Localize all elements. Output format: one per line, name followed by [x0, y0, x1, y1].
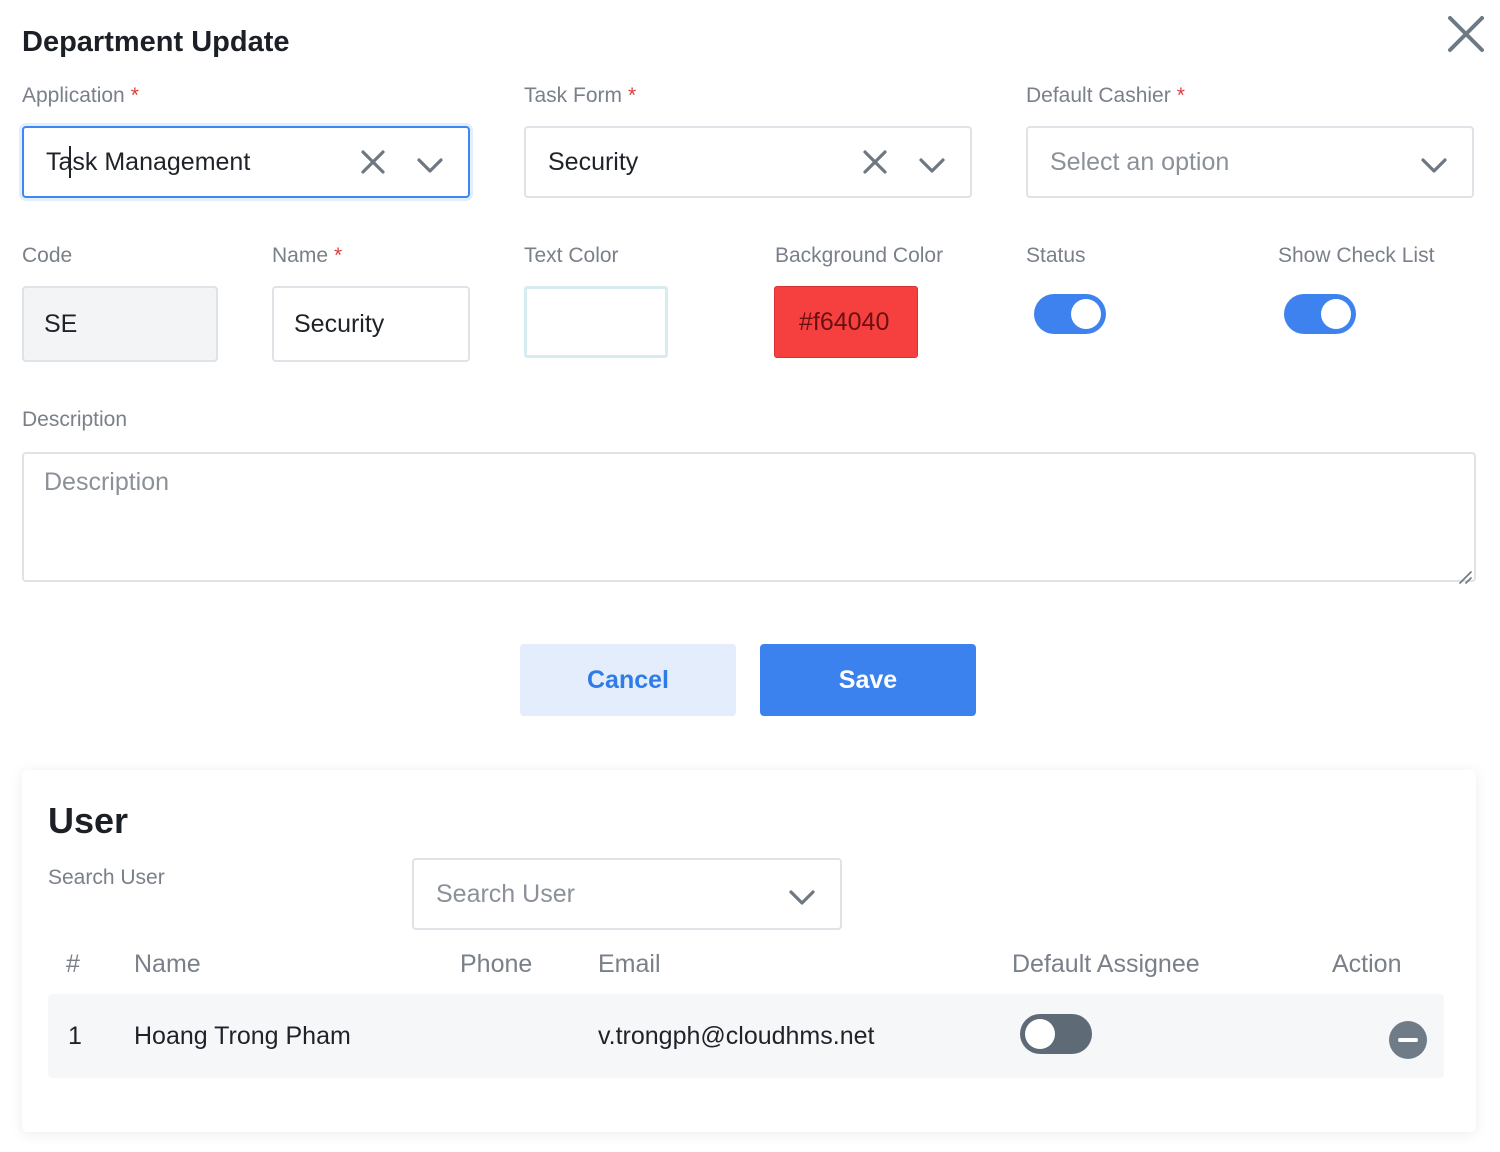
- application-value: Task Management: [46, 147, 251, 176]
- default-cashier-placeholder: Select an option: [1050, 147, 1230, 176]
- close-icon[interactable]: [1446, 14, 1486, 54]
- show-check-list-toggle[interactable]: [1284, 294, 1356, 334]
- user-section-title: User: [48, 800, 129, 841]
- background-color-input[interactable]: #f64040: [774, 286, 918, 358]
- chevron-down-icon[interactable]: [918, 153, 946, 173]
- default-cashier-select[interactable]: Select an option: [1026, 126, 1474, 198]
- column-header-name: Name: [134, 950, 201, 978]
- toggle-knob: [1025, 1019, 1055, 1049]
- required-mark: *: [1176, 84, 1185, 107]
- toggle-knob: [1071, 299, 1101, 329]
- row-email: v.trongph@cloudhms.net: [598, 1022, 875, 1050]
- cancel-button[interactable]: Cancel: [520, 644, 736, 716]
- toggle-knob: [1321, 299, 1351, 329]
- show-check-list-label: Show Check List: [1278, 244, 1435, 267]
- task-form-label: Task Form *: [524, 84, 637, 107]
- application-label: Application *: [22, 84, 139, 107]
- chevron-down-icon[interactable]: [788, 885, 816, 905]
- code-label: Code: [22, 244, 73, 267]
- description-label: Description: [22, 408, 128, 431]
- chevron-down-icon[interactable]: [416, 153, 444, 173]
- save-button[interactable]: Save: [760, 644, 976, 716]
- default-assignee-toggle[interactable]: [1020, 1014, 1092, 1054]
- search-user-placeholder: Search User: [436, 879, 575, 908]
- name-input[interactable]: Security: [272, 286, 470, 362]
- default-cashier-label: Default Cashier *: [1026, 84, 1185, 107]
- column-header-email: Email: [598, 950, 661, 978]
- text-color-label: Text Color: [524, 244, 619, 267]
- search-user-select[interactable]: Search User: [412, 858, 842, 930]
- task-form-select[interactable]: Security: [524, 126, 972, 198]
- column-header-index: #: [66, 950, 80, 978]
- code-value: SE: [44, 309, 78, 338]
- column-header-phone: Phone: [460, 950, 533, 978]
- user-card: User Search User Search User # Name Phon…: [22, 770, 1476, 1132]
- table-row: 1 Hoang Trong Pham v.trongph@cloudhms.ne…: [48, 994, 1444, 1078]
- description-textarea[interactable]: Description: [22, 452, 1476, 584]
- column-header-default-assignee: Default Assignee: [1012, 950, 1200, 978]
- row-name: Hoang Trong Pham: [134, 1022, 351, 1050]
- chevron-down-icon[interactable]: [1420, 153, 1448, 173]
- required-mark: *: [628, 84, 637, 107]
- status-label: Status: [1026, 244, 1086, 267]
- required-mark: *: [334, 244, 343, 267]
- row-index: 1: [68, 1022, 82, 1050]
- resize-grip-icon[interactable]: [1456, 562, 1472, 584]
- dialog-title: Department Update: [22, 26, 290, 58]
- name-label: Name *: [272, 244, 343, 267]
- text-cursor: [69, 146, 71, 178]
- background-color-label: Background Color: [775, 244, 944, 267]
- column-header-action: Action: [1332, 950, 1402, 978]
- minus-bar: [1398, 1038, 1418, 1042]
- background-color-value: #f64040: [799, 307, 890, 336]
- description-placeholder: Description: [44, 468, 170, 496]
- minus-circle-icon[interactable]: [1389, 1021, 1427, 1059]
- required-mark: *: [130, 84, 139, 107]
- text-color-input[interactable]: [524, 286, 668, 358]
- task-form-value: Security: [548, 147, 639, 176]
- clear-x-icon[interactable]: [360, 149, 386, 175]
- status-toggle[interactable]: [1034, 294, 1106, 334]
- code-input[interactable]: SE: [22, 286, 218, 362]
- search-user-label: Search User: [48, 866, 165, 889]
- name-value: Security: [294, 309, 385, 338]
- application-select[interactable]: Task Management: [22, 126, 470, 198]
- clear-x-icon[interactable]: [862, 149, 888, 175]
